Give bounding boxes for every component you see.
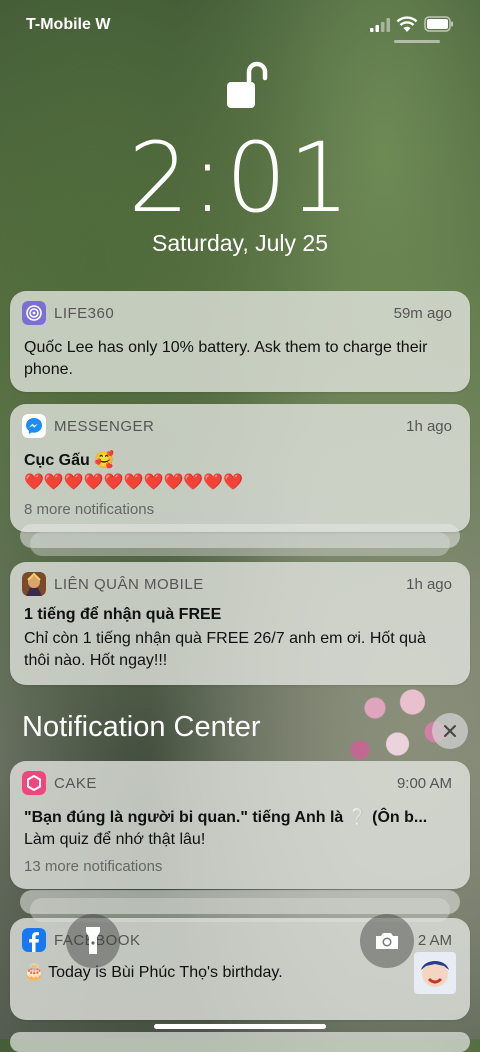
notification-time: 1h ago xyxy=(406,576,452,593)
app-name: CAKE xyxy=(54,775,97,792)
notification-title: "Bạn đúng là người bi quan." tiếng Anh l… xyxy=(24,809,428,826)
wifi-icon xyxy=(396,16,418,32)
notification-header: LIÊN QUÂN MOBILE 1h ago xyxy=(22,572,452,598)
notification-body: Quốc Lee has only 10% battery. Ask them … xyxy=(24,339,428,378)
notification-thumbnail xyxy=(414,952,456,994)
lock-screen-time: 2:01 xyxy=(128,122,352,234)
cake-app-icon xyxy=(22,771,46,795)
notification-partial xyxy=(10,1032,470,1052)
messenger-app-icon xyxy=(22,414,46,438)
lock-screen-date: Saturday, July 25 xyxy=(151,230,328,256)
notification-lien-quan-mobile[interactable]: LIÊN QUÂN MOBILE 1h ago 1 tiếng để nhận … xyxy=(10,562,470,685)
notification-time: 1h ago xyxy=(406,418,452,435)
notification-header: LIFE360 59m ago xyxy=(22,301,452,327)
notification-cake[interactable]: CAKE 9:00 AM "Bạn đúng là người bi quan.… xyxy=(10,761,470,889)
notification-time: 2 AM xyxy=(417,932,452,949)
notification-life360[interactable]: LIFE360 59m ago Quốc Lee has only 10% ba… xyxy=(10,291,470,392)
status-bar: T-Mobile W xyxy=(0,0,480,50)
notification-time: 9:00 AM xyxy=(396,775,452,792)
facebook-app-icon xyxy=(22,928,46,952)
notification-center-title: Notification Center xyxy=(22,711,261,743)
carrier-label: T-Mobile W xyxy=(26,16,111,33)
notification-title: 1 tiếng để nhận quà FREE xyxy=(24,606,222,623)
life360-app-icon xyxy=(22,301,46,325)
home-indicator[interactable] xyxy=(154,1024,326,1029)
control-center-indicator[interactable] xyxy=(394,40,440,43)
app-name: LIFE360 xyxy=(54,305,115,322)
notification-time: 59m ago xyxy=(393,305,452,322)
flashlight-button[interactable] xyxy=(66,914,120,968)
notification-messenger[interactable]: MESSENGER 1h ago Cục Gấu 🥰 ❤️❤️❤️❤️❤️❤️❤… xyxy=(10,404,470,532)
signal-icon xyxy=(370,18,390,32)
notification-stack-layer xyxy=(20,890,460,914)
notification-header: CAKE 9:00 AM xyxy=(22,771,452,797)
clear-notifications-button[interactable] xyxy=(432,713,468,749)
app-name: LIÊN QUÂN MOBILE xyxy=(54,576,204,593)
notification-body: Làm quiz để nhớ thật lâu! xyxy=(24,831,206,848)
battery-icon xyxy=(424,16,453,32)
notification-title: Cục Gấu 🥰 xyxy=(24,452,115,469)
notification-header: MESSENGER 1h ago xyxy=(22,414,452,440)
lien-quan-app-icon xyxy=(22,572,46,596)
more-notifications-label: 13 more notifications xyxy=(24,858,163,875)
notification-body: Chỉ còn 1 tiếng nhận quà FREE 26/7 anh e… xyxy=(24,630,426,669)
notification-body: ❤️❤️❤️❤️❤️❤️❤️❤️❤️❤️❤️ xyxy=(24,474,244,491)
camera-button[interactable] xyxy=(360,914,414,968)
unlocked-lock-icon xyxy=(227,61,268,108)
camera-icon xyxy=(376,933,398,949)
flashlight-icon xyxy=(86,927,100,954)
close-icon xyxy=(444,725,456,737)
app-name: MESSENGER xyxy=(54,418,155,435)
more-notifications-label: 8 more notifications xyxy=(24,501,155,518)
